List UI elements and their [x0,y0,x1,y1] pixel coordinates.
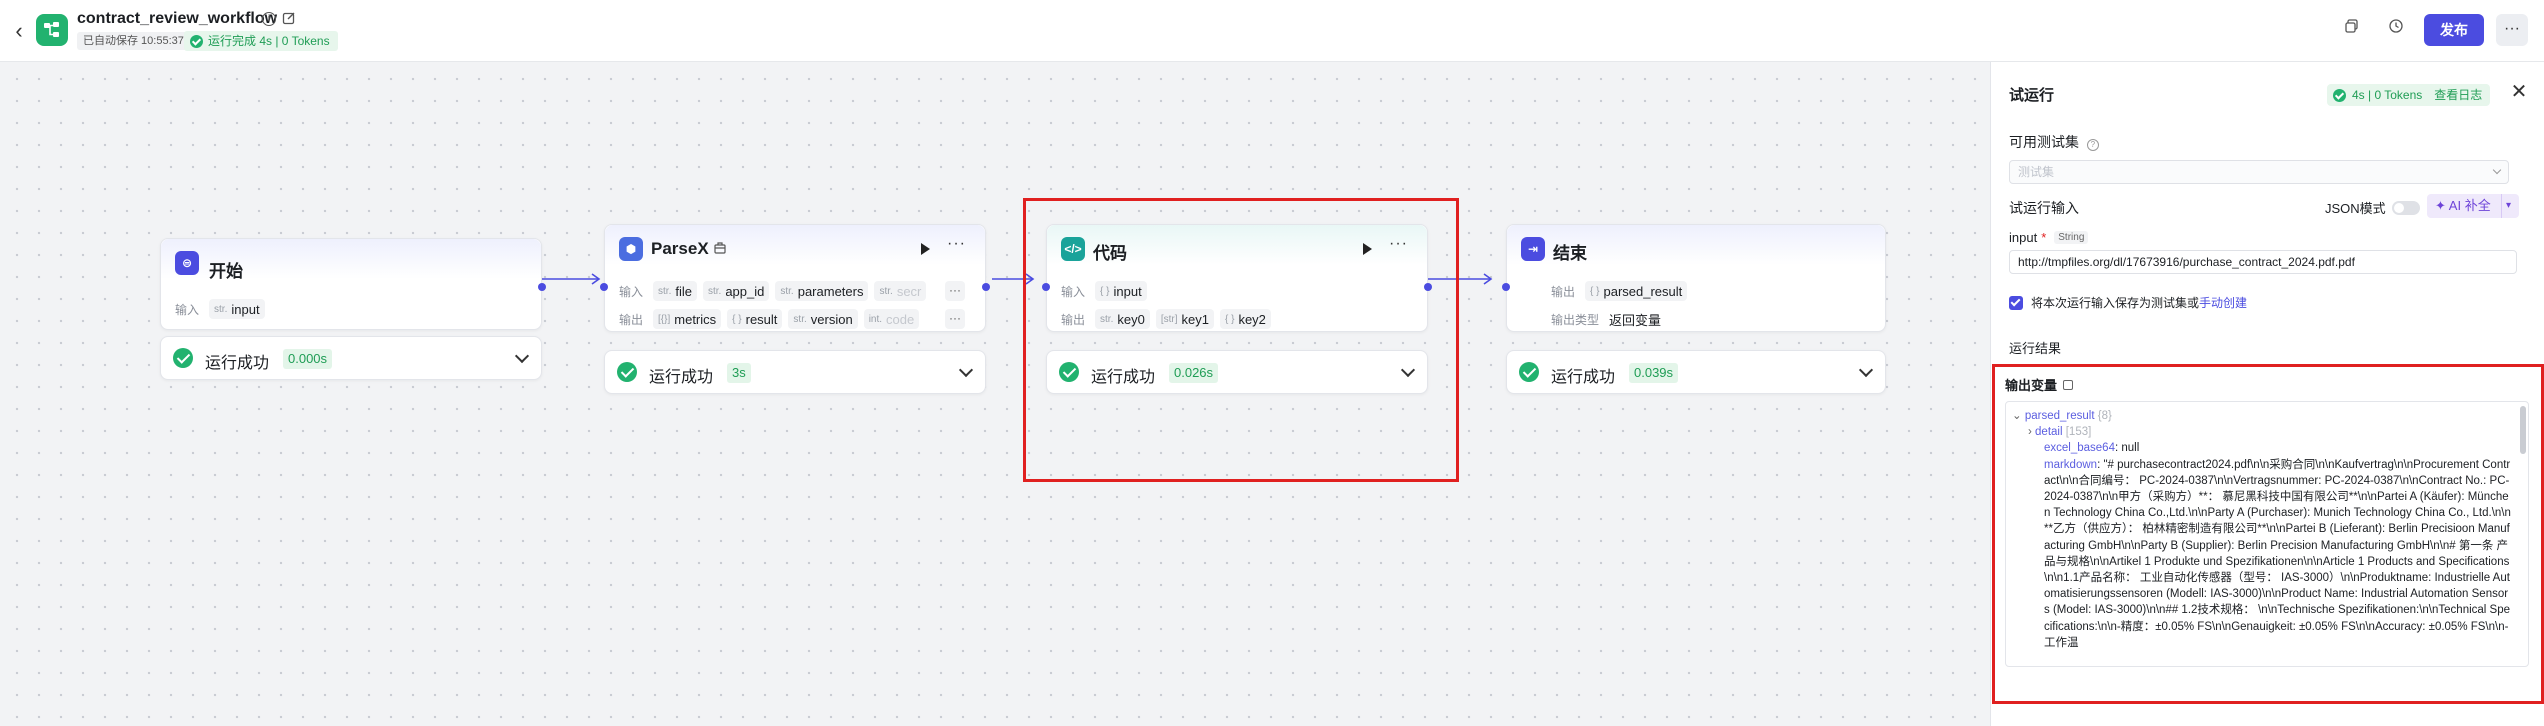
run-status-text: 运行完成 4s | 0 Tokens [208,34,330,48]
panel-title: 试运行 [2009,87,2055,104]
chevron-down-icon[interactable] [514,348,530,364]
run-time-badge: 0.039s [1629,363,1679,383]
top-bar: ‹ contract_review_workflow i 已自动保存 10:55… [0,0,2544,62]
history-icon[interactable] [2384,18,2408,42]
check-circle-icon [2333,88,2346,102]
edit-icon[interactable] [282,11,296,25]
check-circle-icon [190,34,203,48]
run-time-badge: 0.026s [1169,363,1219,383]
run-time-badge: 0.000s [283,349,333,369]
workflow-app-icon [36,14,68,46]
chevron-down-icon [2492,165,2502,175]
input-port[interactable] [1042,283,1050,291]
node-title: 结束 [1553,244,1587,263]
end-icon: ⇥ [1521,237,1545,261]
chevron-down-icon[interactable]: ▾ [2501,194,2515,218]
workflow-canvas[interactable]: ⊜ 开始 输入 str. input 运行成功 0.000s ⬢ ParseX ·… [0,62,1990,726]
manual-create-link[interactable]: 手动创建 [2199,296,2247,310]
view-log-link[interactable]: 查看日志 [2434,84,2482,106]
input-port[interactable] [1502,283,1510,291]
run-summary-badge: 4s | 0 Tokens 查看日志 [2327,84,2491,106]
run-result-label: 运行结果 [2009,341,2062,356]
parsex-result-bar[interactable]: 运行成功 3s [604,350,986,394]
more-icon[interactable]: ··· [947,235,966,253]
input-var-chip: str. input [209,299,265,319]
start-result-bar[interactable]: 运行成功 0.000s [160,336,542,380]
scrollbar-thumb[interactable] [2520,406,2526,454]
output-variables-section: 输出变量 ⌄ parsed_result {8} › detail [153] … [1992,364,2544,704]
save-as-testset-row: 将本次运行输入保存为测试集或手动创建 [2009,294,2247,311]
tree-node-excel: excel_base64: null [2044,442,2140,455]
more-outputs-icon[interactable]: ··· [945,309,965,329]
json-mode-toggle-row: JSON模式 [2325,198,2420,217]
end-result-bar[interactable]: 运行成功 0.039s [1506,350,1886,394]
testset-select[interactable]: 测试集 [2009,160,2509,184]
more-inputs-icon[interactable]: ··· [945,281,965,301]
node-title: ParseX [651,239,709,258]
chevron-down-icon[interactable] [1400,362,1416,378]
input-field-label: input * String [2009,230,2089,245]
package-icon [714,242,726,254]
success-check-icon [1519,362,1539,382]
testset-label: 可用测试集 ? [2009,132,2099,152]
node-input-row: 输入 { } input [1061,281,1147,301]
node-code[interactable]: </> 代码 ··· 输入 { } input 输出 str. key0 [str]… [1042,224,1432,332]
tree-node-root[interactable]: ⌄ parsed_result {8} [2012,408,2512,424]
autosave-status: 已自动保存 10:55:37 [77,32,190,50]
output-vars-title: 输出变量 [2005,375,2074,394]
run-complete-badge: 运行完成 4s | 0 Tokens [184,31,338,51]
output-port[interactable] [538,283,546,291]
test-run-panel: 试运行 4s | 0 Tokens 查看日志 ✕ 可用测试集 ? 测试集 试运行… [1990,62,2544,726]
json-mode-toggle[interactable] [2391,200,2420,215]
ai-fill-button[interactable]: ✦ AI 补全 ▾ [2427,194,2519,218]
node-output-row: 输出 str. key0 [str] key1 { } key2 [1061,309,1271,329]
help-icon[interactable]: ? [2086,139,2099,151]
run-node-icon[interactable] [917,241,933,257]
save-testset-checkbox[interactable] [2009,295,2023,310]
more-options-button[interactable]: ··· [2496,14,2528,46]
back-arrow-icon[interactable]: ‹ [8,18,30,44]
parsex-icon: ⬢ [619,237,643,261]
node-parsex[interactable]: ⬢ ParseX ··· 输入 str. file str. app_id str.… [600,224,990,332]
output-port[interactable] [982,283,990,291]
node-title: 开始 [209,262,243,281]
output-port[interactable] [1424,283,1432,291]
success-check-icon [173,348,193,368]
node-output-row: 输出 [{}] metrics { } result str. version int… [619,309,979,329]
chevron-down-icon[interactable] [1858,362,1874,378]
node-input-row: 输入 str. file str. app_id str. parameters st… [619,281,979,301]
info-icon[interactable]: i [262,12,276,26]
success-check-icon [1059,362,1079,382]
node-title: 代码 [1093,244,1127,263]
app-title: contract_review_workflow [77,10,278,27]
node-input-row: 输入 str. input [175,299,265,319]
chevron-down-icon[interactable] [958,362,974,378]
node-output-type-row: 输出类型 返回变量 [1551,312,1662,328]
publish-button[interactable]: 发布 [2424,14,2484,46]
more-icon[interactable]: ··· [1389,235,1408,253]
run-time-badge: 3s [727,363,751,383]
code-icon: </> [1061,237,1085,261]
node-start[interactable]: ⊜ 开始 输入 str. input [160,238,546,330]
code-result-bar[interactable]: 运行成功 0.026s [1046,350,1428,394]
run-input-label: 试运行输入 [2009,200,2079,216]
sparkle-icon: ✦ [2435,198,2449,213]
start-icon: ⊜ [175,251,199,275]
node-end[interactable]: ⇥ 结束 输出 { } parsed_result 输出类型 返回变量 [1502,224,1886,332]
run-node-icon[interactable] [1359,241,1375,257]
close-icon[interactable]: ✕ [2509,82,2529,102]
edge-start-parsex [542,273,601,285]
tree-node-detail[interactable]: › detail [153] [2012,424,2512,440]
copy-icon[interactable] [2340,18,2364,42]
copy-icon[interactable] [2063,379,2074,390]
tree-node-markdown: markdown: "# purchasecontract2024.pdf\n\… [2044,458,2511,649]
success-check-icon [617,362,637,382]
output-json-tree[interactable]: ⌄ parsed_result {8} › detail [153] excel… [2005,401,2529,667]
input-port[interactable] [600,283,608,291]
input-url-field[interactable]: http://tmpfiles.org/dl/17673916/purchase… [2009,250,2517,274]
node-output-row: 输出 { } parsed_result [1521,281,1688,301]
